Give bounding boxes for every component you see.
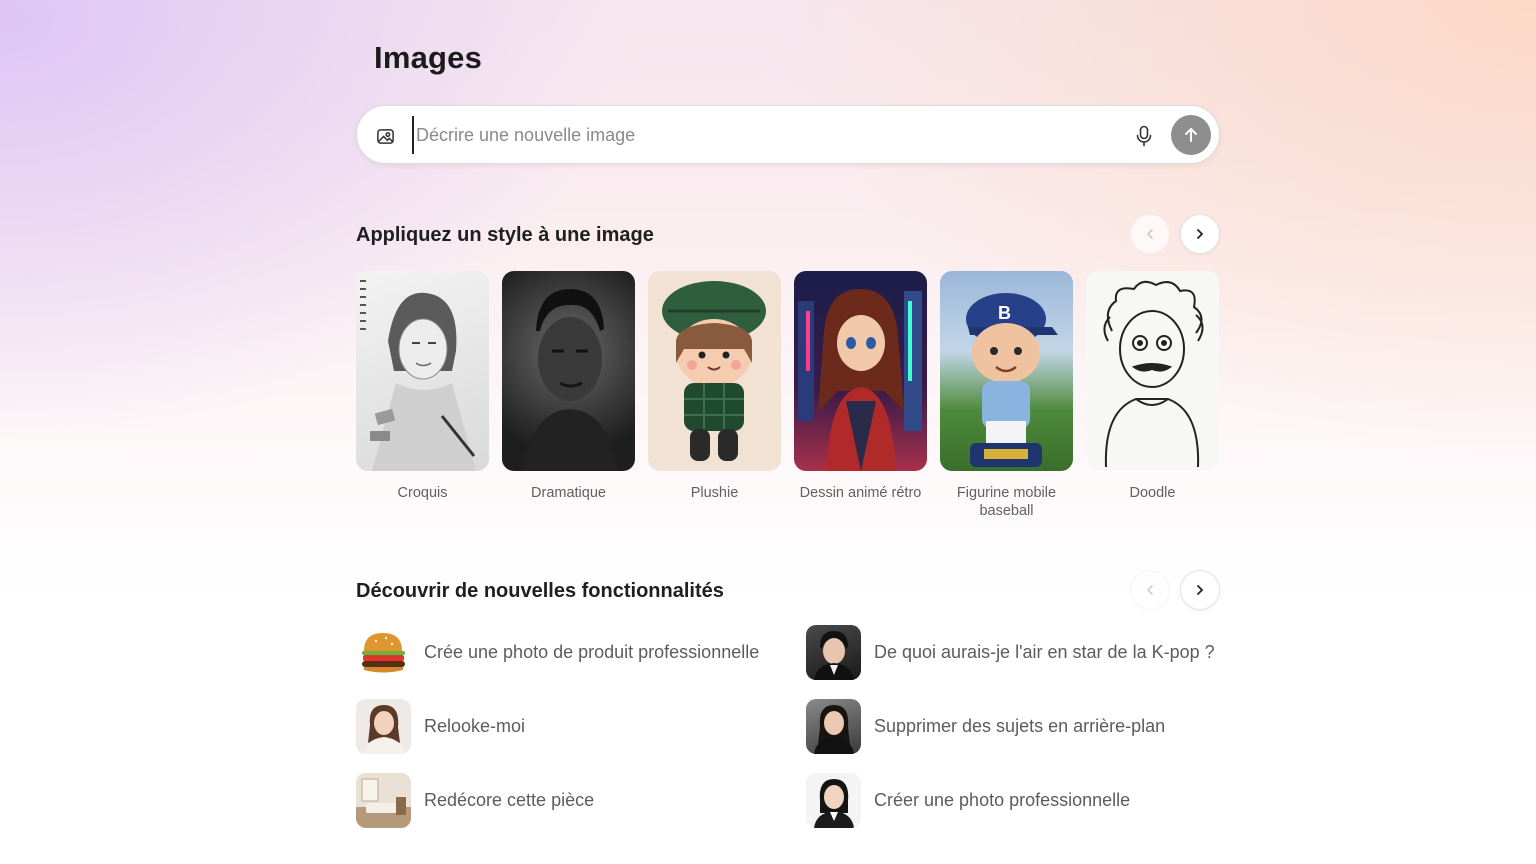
feature-label: De quoi aurais-je l'air en star de la K-… [874,641,1215,662]
feature-thumbnail [356,772,411,828]
page-title: Images [374,40,483,75]
features-section-title: Découvrir de nouvelles fonctionnalités [356,580,724,602]
image-upload-icon[interactable] [374,125,396,147]
feature-label: Relooke-moi [424,715,526,736]
style-label: Dramatique [531,485,606,501]
style-thumbnail: B [940,271,1073,471]
chevron-right-icon [1197,229,1204,239]
style-label: Doodle [1129,485,1176,501]
style-thumbnail [794,271,927,471]
style-thumbnail [356,271,489,471]
feature-label: Créer une photo professionnelle [874,789,1131,810]
search-input[interactable] [412,116,1112,154]
style-thumbnail [1086,271,1219,471]
style-card-plushie[interactable]: Plushie [648,271,781,502]
chevron-left-icon [1146,229,1153,239]
feature-label: Supprimer des sujets en arrière-plan [874,715,1166,736]
style-label: Plushie [690,485,739,501]
feature-label: Redécore cette pièce [424,789,595,810]
chevron-right-icon [1197,585,1204,595]
arrow-up-icon [1185,128,1197,142]
style-card-dramatique[interactable]: Dramatique [502,271,635,502]
features-next-button[interactable] [1180,570,1220,610]
styles-section-title: Appliquez un style à une image [356,224,654,246]
feature-thumbnail [806,698,861,754]
style-card-croquis[interactable]: Croquis [356,271,489,502]
style-label: Dessin animé rétro [799,485,922,501]
style-card-figurine-baseball[interactable]: B Figurine mobile baseball [940,271,1073,520]
style-card-dessin-anime-retro[interactable]: Dessin animé rétro [794,271,927,502]
style-thumbnail [648,271,781,471]
images-page: Images Appliquez un style à une image [356,0,1220,864]
feature-thumbnail [356,624,411,680]
feature-item-remove-background[interactable]: Supprimer des sujets en arrière-plan [806,698,1165,754]
feature-thumbnail [806,624,861,680]
feature-item-product-photo[interactable]: Crée une photo de produit professionnell… [356,624,759,680]
feature-thumbnail [806,772,861,828]
feature-item-redecorate-room[interactable]: Redécore cette pièce [356,772,594,828]
style-label: Croquis [397,485,448,501]
send-button[interactable] [1171,115,1211,155]
styles-prev-button[interactable] [1130,214,1170,254]
microphone-icon[interactable] [1133,124,1155,148]
chevron-left-icon [1146,585,1153,595]
style-label: Figurine mobile baseball [956,485,1057,519]
feature-label: Crée une photo de produit professionnell… [424,641,760,662]
search-bar [356,105,1220,164]
feature-item-professional-photo[interactable]: Créer une photo professionnelle [806,772,1130,828]
styles-carousel: Croquis Dramatique Plushie Dessin animé … [356,271,1220,531]
style-thumbnail [502,271,635,471]
styles-next-button[interactable] [1180,214,1220,254]
style-card-doodle[interactable]: Doodle [1086,271,1219,502]
feature-item-kpop-star[interactable]: De quoi aurais-je l'air en star de la K-… [806,624,1215,680]
features-prev-button[interactable] [1130,570,1170,610]
feature-thumbnail [356,698,411,754]
feature-item-makeover[interactable]: Relooke-moi [356,698,525,754]
svg-text:B: B [998,303,1011,323]
